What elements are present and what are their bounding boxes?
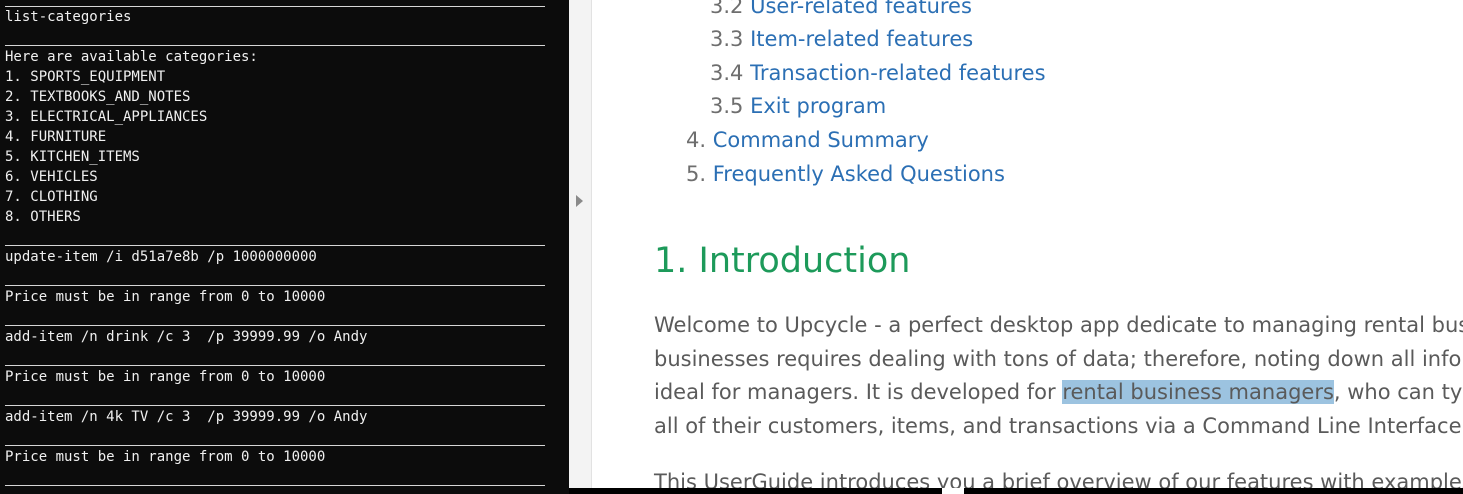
terminal-command: list-categories [5, 9, 132, 25]
terminal-output: 5. KITCHEN_ITEMS [5, 149, 140, 165]
section-heading: 1. Introduction [654, 241, 911, 281]
terminal-command: add-item /n 4k TV /c 3 /p 39999.99 /o An… [5, 409, 368, 425]
terminal-output: 8. OTHERS [5, 209, 81, 225]
toc-link[interactable]: Frequently Asked Questions [713, 162, 1005, 186]
terminal-divider [5, 285, 545, 286]
toc-number: 5. [686, 162, 707, 186]
toc-number: 3.5 [710, 94, 744, 118]
terminal-panel[interactable]: list-categories Here are available categ… [0, 0, 569, 494]
toc-item-3-5[interactable]: 3.5 Exit program [710, 90, 886, 122]
bottom-scrollbar[interactable] [569, 488, 1463, 494]
toc-item-3-4[interactable]: 3.4 Transaction-related features [710, 57, 1046, 89]
terminal-divider [5, 45, 545, 46]
terminal-output: 4. FURNITURE [5, 129, 107, 145]
terminal-output: Price must be in range from 0 to 10000 [5, 369, 326, 385]
paragraph-line: all of their customers, items, and trans… [654, 413, 1463, 438]
toc-item-5[interactable]: 5. Frequently Asked Questions [686, 158, 1005, 190]
terminal-divider [5, 445, 545, 446]
terminal-divider [5, 405, 545, 406]
paragraph-text: ideal for managers. It is developed for [654, 380, 1063, 404]
scrollbar-gap [942, 488, 964, 494]
user-guide-document[interactable]: 3.2 User-related features 3.3 Item-relat… [592, 0, 1463, 494]
toc-item-4[interactable]: 4. Command Summary [686, 124, 929, 156]
expand-arrow-icon[interactable] [576, 195, 583, 207]
terminal-divider [5, 485, 545, 486]
paragraph-line: businesses requires dealing with tons of… [654, 346, 1463, 371]
toc-link[interactable]: User-related features [750, 0, 972, 18]
toc-item-3-2[interactable]: 3.2 User-related features [710, 0, 972, 22]
terminal-output: Price must be in range from 0 to 10000 [5, 449, 326, 465]
panel-splitter[interactable] [569, 0, 592, 494]
toc-item-3-3[interactable]: 3.3 Item-related features [710, 23, 973, 55]
terminal-divider [5, 365, 545, 366]
selected-text-highlight[interactable]: rental business managers [1062, 380, 1334, 404]
terminal-output: Here are available categories: [5, 49, 258, 65]
toc-link[interactable]: Transaction-related features [750, 61, 1045, 85]
terminal-output: 1. SPORTS_EQUIPMENT [5, 69, 166, 85]
terminal-output: 2. TEXTBOOKS_AND_NOTES [5, 89, 191, 105]
paragraph-line: ideal for managers. It is developed for … [654, 376, 1463, 410]
terminal-command: update-item /i d51a7e8b /p 1000000000 [5, 249, 317, 265]
toc-link[interactable]: Item-related features [750, 27, 973, 51]
terminal-divider [5, 245, 545, 246]
toc-link[interactable]: Command Summary [713, 128, 929, 152]
terminal-output: 3. ELECTRICAL_APPLIANCES [5, 109, 208, 125]
intro-paragraph: Welcome to Upcycle - a perfect desktop a… [654, 309, 1463, 443]
terminal-output: Price must be in range from 0 to 10000 [5, 289, 326, 305]
paragraph-line: Welcome to Upcycle - a perfect desktop a… [654, 313, 1463, 337]
toc-number: 4. [686, 128, 707, 152]
terminal-divider [5, 325, 545, 326]
toc-number: 3.4 [710, 61, 744, 85]
terminal-command: add-item /n drink /c 3 /p 39999.99 /o An… [5, 329, 368, 345]
paragraph-text: , who can typ [1333, 380, 1463, 404]
toc-link[interactable]: Exit program [750, 94, 886, 118]
toc-number: 3.3 [710, 27, 744, 51]
toc-number: 3.2 [710, 0, 744, 18]
terminal-output: 6. VEHICLES [5, 169, 98, 185]
terminal-output: 7. CLOTHING [5, 189, 98, 205]
